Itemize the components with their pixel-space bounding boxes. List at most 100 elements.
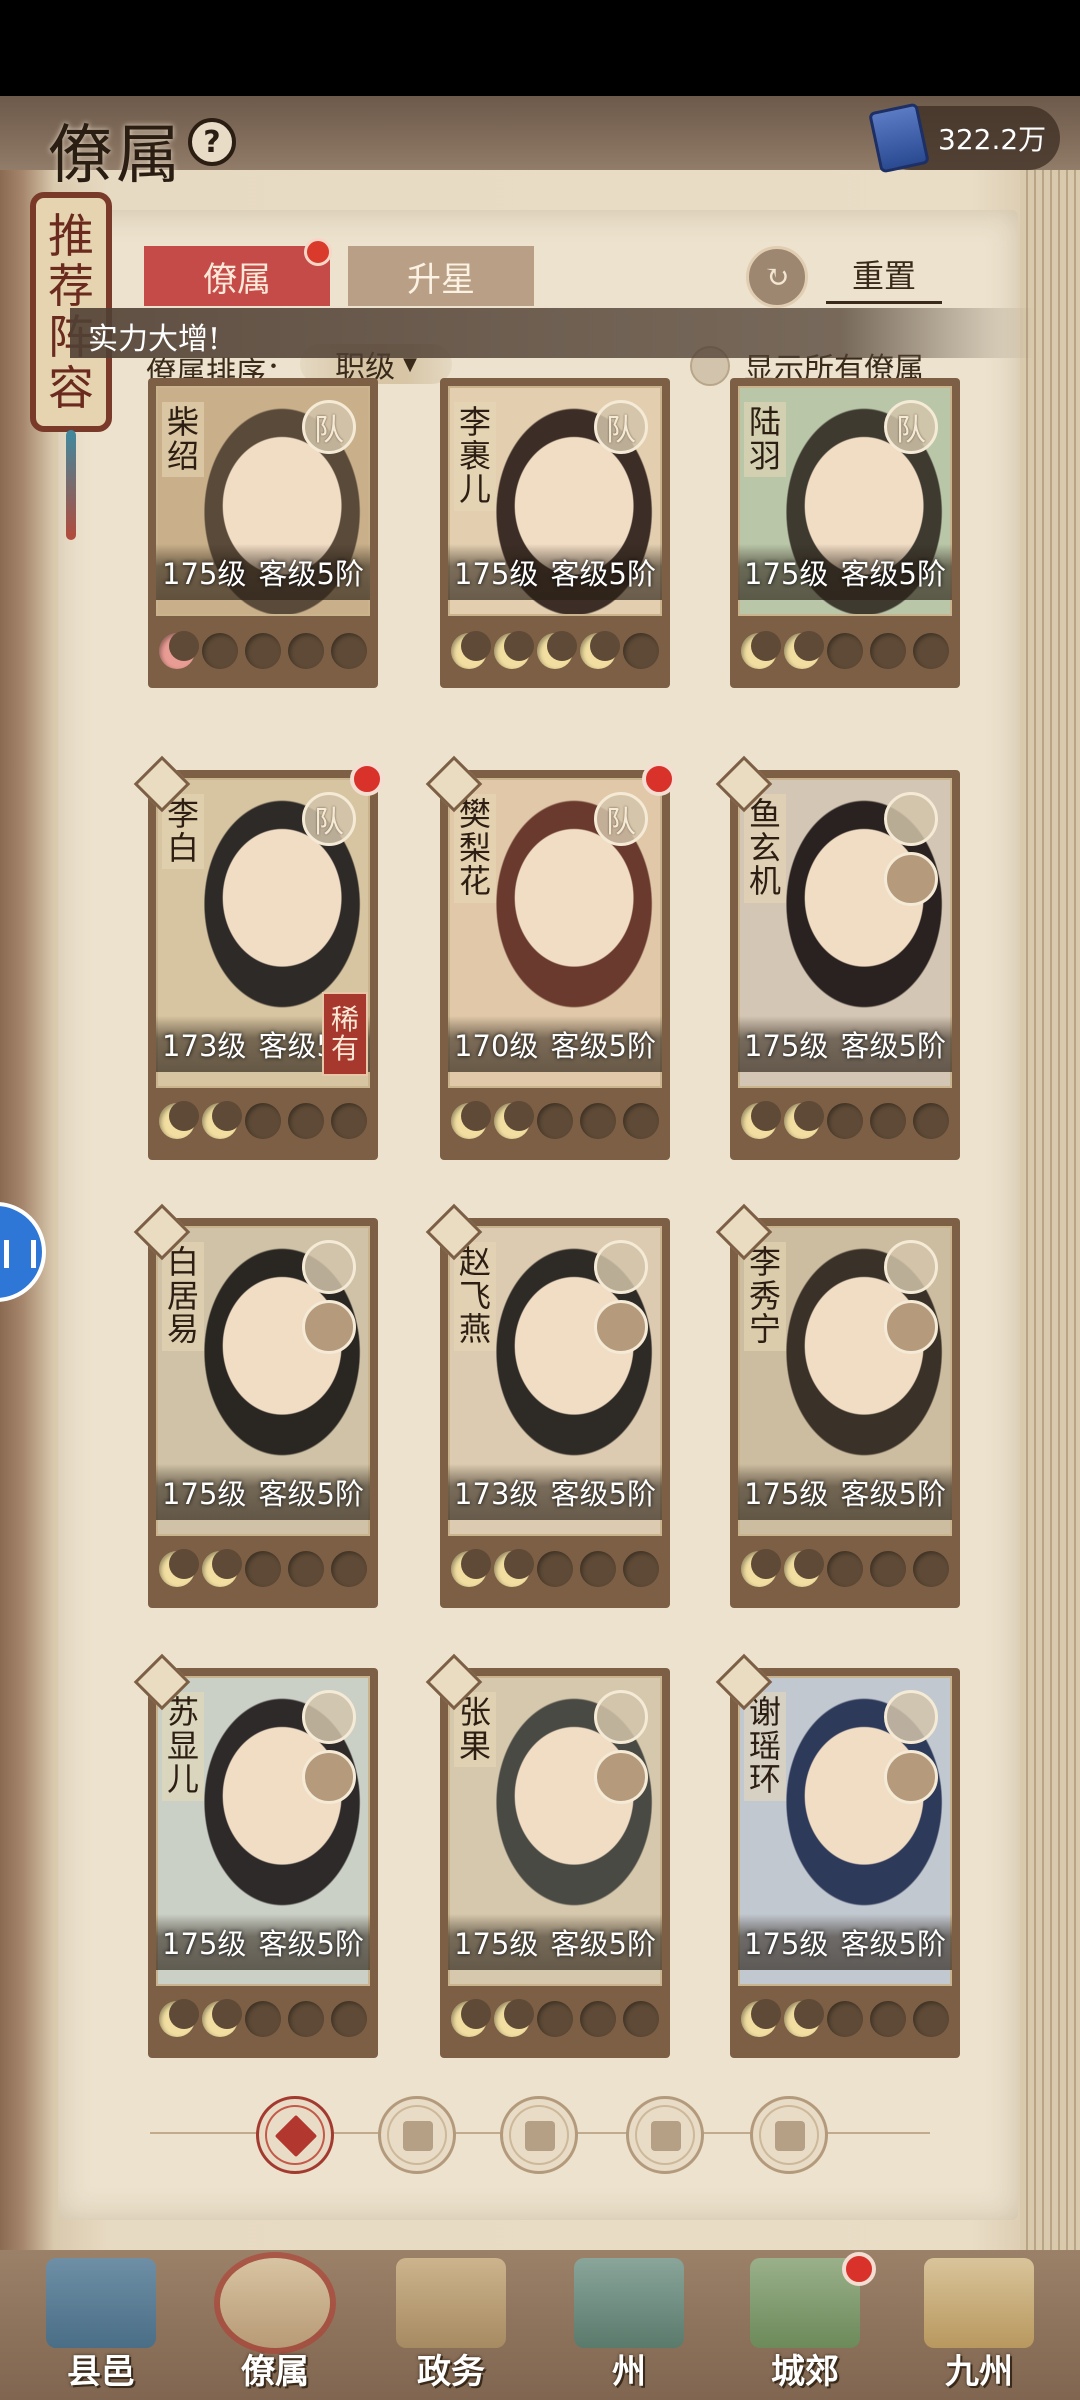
currency-display[interactable]: 322.2万 (868, 102, 1060, 174)
grade-text: 客级5阶 (840, 1029, 946, 1063)
level-text: 175级 (162, 1477, 247, 1511)
moon-star-icon (451, 1999, 492, 2037)
name-char: 机 (748, 862, 781, 901)
filter-type-4-icon[interactable] (626, 2096, 704, 2174)
filter-type-3-icon[interactable] (500, 2096, 578, 2174)
scroll-char: 容 (48, 360, 94, 415)
nav-suburbs[interactable]: 城郊 (730, 2252, 880, 2400)
moon-star-icon (202, 633, 239, 669)
moon-star-icon (330, 1551, 367, 1587)
level-row: 175级 客级5阶 (448, 1914, 662, 1970)
moon-star-icon (159, 1101, 200, 1139)
team-badge: 队 (302, 400, 356, 454)
level-row: 175级 客级5阶 (738, 1914, 952, 1970)
subordinate-card[interactable]: 张果 175级 客级5阶 (425, 1653, 670, 2058)
subordinate-card[interactable]: 谢瑶环 175级 客级5阶 (715, 1653, 960, 2058)
level-row: 175级 客级5阶 (156, 1464, 370, 1520)
name-char: 秀 (748, 1276, 781, 1315)
moon-star-icon (202, 1101, 243, 1139)
tab-subordinates[interactable]: 僚属 (144, 246, 330, 306)
subordinate-card[interactable]: 苏显儿 175级 客级5阶 (133, 1653, 378, 2058)
tab-star-up[interactable]: 升星 (348, 246, 534, 306)
character-name: 苏显儿 (162, 1692, 204, 1801)
name-char: 燕 (458, 1310, 491, 1349)
moon-star-icon (622, 2001, 659, 2037)
rare-char: 稀 (330, 1002, 359, 1036)
help-icon[interactable]: ? (188, 118, 236, 166)
subordinate-card[interactable]: 李白队 173级 客级5阶稀有 (133, 755, 384, 1160)
nav-affairs[interactable]: 政务 (376, 2254, 526, 2400)
moon-star-icon (741, 1999, 782, 2037)
level-row: 175级 客级5阶 (738, 1464, 952, 1520)
moon-star-icon (159, 1999, 200, 2037)
level-row: 175级 客级5阶 (448, 544, 662, 600)
name-char: 羽 (748, 436, 781, 475)
moon-star-icon (330, 633, 367, 669)
star-moons (156, 1096, 370, 1146)
star-moons (448, 1096, 662, 1146)
level-text: 175级 (744, 557, 829, 591)
nav-label: 城郊 (771, 2352, 839, 2392)
level-row: 175级 客级5阶 (738, 1016, 952, 1072)
moon-star-icon (869, 1551, 906, 1587)
scroll-char: 荐 (48, 259, 94, 314)
weapon-icon (302, 1690, 356, 1744)
moon-star-icon (826, 2001, 863, 2037)
name-char: 鱼 (748, 795, 781, 833)
team-badge: 队 (594, 400, 648, 454)
moon-star-icon (579, 1103, 616, 1139)
level-text: 175级 (162, 1927, 247, 1961)
nav-subordinates[interactable]: 僚属 (200, 2254, 350, 2400)
subordinate-card[interactable]: 鱼玄机 175级 客级5阶 (715, 755, 960, 1160)
subordinate-card[interactable]: 赵飞燕 173级 客级5阶 (425, 1203, 670, 1608)
nav-county[interactable]: 县邑 (26, 2254, 176, 2400)
nav-state[interactable]: 州 (554, 2254, 704, 2400)
companion-avatar (884, 852, 938, 906)
companion-avatar (302, 1750, 356, 1804)
grade-text: 客级5阶 (258, 1477, 364, 1511)
name-char: 张 (458, 1693, 491, 1731)
moon-star-icon (287, 1103, 324, 1139)
name-char: 白 (166, 828, 199, 867)
name-char: 梨 (458, 828, 491, 867)
toast-text: 实力大增! (88, 322, 221, 357)
rare-char: 有 (330, 1032, 359, 1065)
moon-star-icon (287, 633, 324, 669)
status-bar (0, 0, 1080, 96)
reset-label: 重置 (826, 251, 943, 304)
name-char: 李 (166, 795, 199, 833)
subordinate-card[interactable]: 樊梨花 队 170级 客级5阶 (425, 755, 676, 1160)
moon-star-icon (579, 631, 620, 669)
moon-star-icon (741, 1549, 782, 1587)
subordinate-card[interactable]: 柴绍 队 175级 客级5阶 (148, 378, 378, 688)
subordinate-card[interactable]: 白居易 175级 客级5阶 (133, 1203, 378, 1608)
level-text: 175级 (744, 1029, 829, 1063)
character-name: 李秀宁 (744, 1242, 786, 1351)
team-badge: 队 (884, 400, 938, 454)
name-char: 环 (748, 1760, 781, 1799)
team-badge: 队 (302, 792, 356, 846)
filter-type-2-icon[interactable] (378, 2096, 456, 2174)
moon-star-icon (202, 1999, 243, 2037)
filter-type-5-icon[interactable] (750, 2096, 828, 2174)
nav-nine-states[interactable]: 九州 (904, 2254, 1054, 2400)
grade-text: 客级5阶 (840, 557, 946, 591)
moon-star-icon (494, 631, 535, 669)
grade-text: 客级5阶 (840, 1927, 946, 1961)
filter-all-icon[interactable] (256, 2096, 334, 2174)
grade-text: 客级5阶 (258, 1927, 364, 1961)
level-row: 175级 客级5阶 (156, 544, 370, 600)
star-moons (738, 1096, 952, 1146)
subordinate-card[interactable]: 陆羽 队 175级 客级5阶 (730, 378, 960, 688)
weapon-icon (594, 1240, 648, 1294)
subordinate-card[interactable]: 李秀宁 175级 客级5阶 (715, 1203, 960, 1608)
nav-label: 九州 (945, 2352, 1013, 2392)
grade-text: 客级5阶 (550, 1477, 656, 1511)
name-char: 赵 (458, 1243, 491, 1281)
grade-text: 客级5阶 (550, 1029, 656, 1063)
moon-star-icon (826, 633, 863, 669)
reset-button[interactable]: ↻ 重置 (746, 244, 956, 310)
moon-star-icon (536, 631, 577, 669)
subordinate-card[interactable]: 李裹儿 队 175级 客级5阶 (440, 378, 670, 688)
moon-star-icon (536, 2001, 573, 2037)
